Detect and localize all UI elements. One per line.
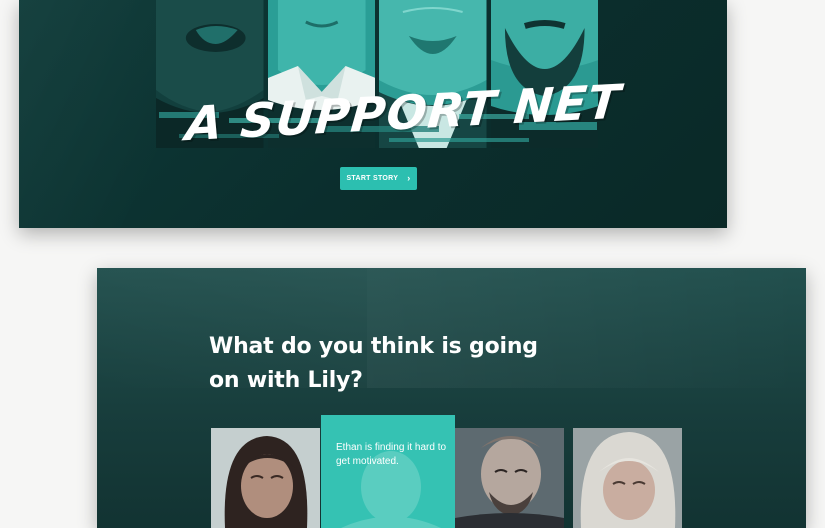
choice-caption: Ethan is finding it hard to get motivate… <box>336 442 447 467</box>
choice-card-3[interactable] <box>455 428 564 528</box>
choice-card-4[interactable] <box>573 428 682 528</box>
portrait-image <box>455 428 564 528</box>
portrait-image <box>341 451 441 528</box>
choice-list: Ethan is finding it hard to get motivate… <box>97 268 806 528</box>
choice-card-1[interactable] <box>211 428 320 528</box>
hero-card: A SUPPORT NET START STORY › <box>19 0 727 228</box>
portrait-image <box>211 428 320 528</box>
choice-card-2-highlighted[interactable]: Ethan is finding it hard to get motivate… <box>321 415 455 528</box>
start-story-button[interactable]: START STORY › <box>340 167 417 190</box>
chevron-right-icon: › <box>407 173 411 183</box>
start-story-label: START STORY <box>346 175 399 182</box>
question-card: What do you think is going on with Lily?… <box>97 268 806 528</box>
portrait-image <box>573 428 682 528</box>
